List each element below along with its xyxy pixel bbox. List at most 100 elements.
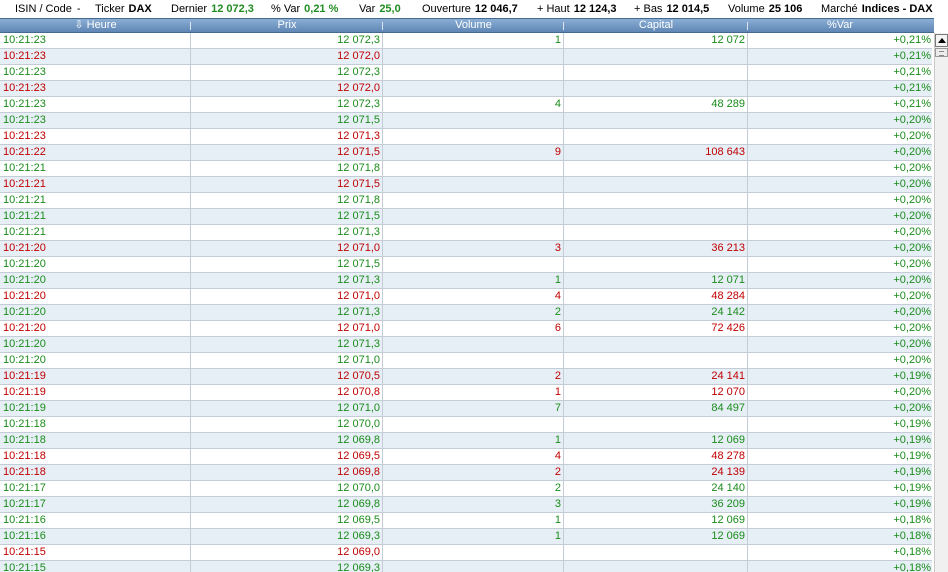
table-row[interactable]: 10:21:21 12 071,8 +0,20% xyxy=(0,161,932,177)
table-row[interactable]: 10:21:20 12 071,0 4 48 284 +0,20% xyxy=(0,289,932,305)
capital-cell xyxy=(564,545,748,560)
volume-cell: 2 xyxy=(383,305,564,320)
table-row[interactable]: 10:21:16 12 069,5 1 12 069 +0,18% xyxy=(0,513,932,529)
haut-field: + Haut 12 124,3 xyxy=(537,2,617,16)
capital-cell xyxy=(564,417,748,432)
table-row[interactable]: 10:21:20 12 071,0 3 36 213 +0,20% xyxy=(0,241,932,257)
price-cell: 12 069,0 xyxy=(191,545,383,560)
table-row[interactable]: 10:21:20 12 071,3 1 12 071 +0,20% xyxy=(0,273,932,289)
table-row[interactable]: 10:21:21 12 071,8 +0,20% xyxy=(0,193,932,209)
scroll-up-icon[interactable] xyxy=(935,34,948,47)
volume-cell xyxy=(383,545,564,560)
table-row[interactable]: 10:21:17 12 070,0 2 24 140 +0,19% xyxy=(0,481,932,497)
var-cell: +0,19% xyxy=(893,466,931,478)
dernier-value: 12 072,3 xyxy=(211,3,254,15)
var-cell: +0,20% xyxy=(893,338,931,350)
column-header-heure-label: Heure xyxy=(86,19,117,31)
bas-label: + Bas xyxy=(634,3,663,15)
table-row[interactable]: 10:21:20 12 071,0 +0,20% xyxy=(0,353,932,369)
table-row[interactable]: 10:21:20 12 071,0 6 72 426 +0,20% xyxy=(0,321,932,337)
capital-cell: 24 139 xyxy=(564,465,748,480)
capital-cell: 12 069 xyxy=(564,513,748,528)
var-cell: +0,18% xyxy=(893,546,931,558)
table-row[interactable]: 10:21:19 12 070,8 1 12 070 +0,20% xyxy=(0,385,932,401)
table-row[interactable]: 10:21:23 12 072,3 +0,21% xyxy=(0,65,932,81)
table-row[interactable]: 10:21:16 12 069,3 1 12 069 +0,18% xyxy=(0,529,932,545)
table-row[interactable]: 10:21:23 12 071,5 +0,20% xyxy=(0,113,932,129)
table-row[interactable]: 10:21:17 12 069,8 3 36 209 +0,19% xyxy=(0,497,932,513)
price-cell: 12 071,5 xyxy=(191,257,383,272)
ouverture-label: Ouverture xyxy=(422,3,471,15)
table-row[interactable]: 10:21:20 12 071,3 +0,20% xyxy=(0,337,932,353)
var-cell: +0,20% xyxy=(893,402,931,414)
capital-cell xyxy=(564,161,748,176)
capital-cell: 12 069 xyxy=(564,433,748,448)
table-row[interactable]: 10:21:19 12 071,0 7 84 497 +0,20% xyxy=(0,401,932,417)
table-row[interactable]: 10:21:18 12 070,0 +0,19% xyxy=(0,417,932,433)
capital-cell xyxy=(564,209,748,224)
price-cell: 12 069,5 xyxy=(191,449,383,464)
marche-label: Marché xyxy=(821,3,858,15)
capital-cell: 24 141 xyxy=(564,369,748,384)
price-cell: 12 071,0 xyxy=(191,241,383,256)
table-row[interactable]: 10:21:23 12 072,0 +0,21% xyxy=(0,81,932,97)
time-cell: 10:21:20 xyxy=(0,305,191,320)
price-cell: 12 070,0 xyxy=(191,481,383,496)
bas-value: 12 014,5 xyxy=(666,3,710,15)
capital-cell xyxy=(564,561,748,572)
time-cell: 10:21:18 xyxy=(0,433,191,448)
time-cell: 10:21:22 xyxy=(0,145,191,160)
capital-cell: 36 209 xyxy=(564,497,748,512)
var-cell: +0,20% xyxy=(893,210,931,222)
time-cell: 10:21:23 xyxy=(0,81,191,96)
var-cell: +0,20% xyxy=(893,178,931,190)
table-row[interactable]: 10:21:22 12 071,5 9 108 643 +0,20% xyxy=(0,145,932,161)
column-header-prix[interactable]: Prix xyxy=(191,19,383,32)
table-row[interactable]: 10:21:21 12 071,5 +0,20% xyxy=(0,177,932,193)
volume-cell xyxy=(383,257,564,272)
volume-value: 25 106 xyxy=(768,3,803,15)
quote-info-bar: ISIN / Code - Ticker DAX Dernier 12 072,3 %… xyxy=(0,0,948,18)
price-cell: 12 069,3 xyxy=(191,561,383,572)
table-row[interactable]: 10:21:15 12 069,0 +0,18% xyxy=(0,545,932,561)
table-row[interactable]: 10:21:18 12 069,5 4 48 278 +0,19% xyxy=(0,449,932,465)
column-header-volume[interactable]: Volume xyxy=(383,19,564,32)
var-cell: +0,18% xyxy=(893,530,931,542)
capital-cell: 12 070 xyxy=(564,385,748,400)
vertical-scrollbar[interactable] xyxy=(934,33,948,572)
var-value: 25,0 xyxy=(379,3,401,15)
volume-cell xyxy=(383,161,564,176)
table-row[interactable]: 10:21:19 12 070,5 2 24 141 +0,19% xyxy=(0,369,932,385)
table-row[interactable]: 10:21:20 12 071,3 2 24 142 +0,20% xyxy=(0,305,932,321)
column-header-heure[interactable]: ⇩ Heure xyxy=(0,19,191,32)
table-row[interactable]: 10:21:23 12 072,3 4 48 289 +0,21% xyxy=(0,97,932,113)
var-cell: +0,19% xyxy=(893,434,931,446)
isin-value: - xyxy=(76,3,81,15)
pvar-field: % Var 0,21 % xyxy=(271,2,338,16)
table-row[interactable]: 10:21:18 12 069,8 2 24 139 +0,19% xyxy=(0,465,932,481)
price-cell: 12 070,5 xyxy=(191,369,383,384)
capital-cell xyxy=(564,49,748,64)
table-row[interactable]: 10:21:23 12 072,0 +0,21% xyxy=(0,49,932,65)
capital-cell xyxy=(564,177,748,192)
volume-cell: 7 xyxy=(383,401,564,416)
table-row[interactable]: 10:21:23 12 071,3 +0,20% xyxy=(0,129,932,145)
time-cell: 10:21:18 xyxy=(0,449,191,464)
price-cell: 12 071,8 xyxy=(191,161,383,176)
time-cell: 10:21:23 xyxy=(0,33,191,48)
table-row[interactable]: 10:21:15 12 069,3 +0,18% xyxy=(0,561,932,572)
var-cell: +0,20% xyxy=(893,274,931,286)
table-row[interactable]: 10:21:23 12 072,3 1 12 072 +0,21% xyxy=(0,33,932,49)
table-row[interactable]: 10:21:21 12 071,3 +0,20% xyxy=(0,225,932,241)
column-header-var[interactable]: %Var xyxy=(748,19,932,32)
table-row[interactable]: 10:21:20 12 071,5 +0,20% xyxy=(0,257,932,273)
volume-cell xyxy=(383,65,564,80)
price-cell: 12 071,5 xyxy=(191,209,383,224)
column-header-capital[interactable]: Capital xyxy=(564,19,748,32)
table-row[interactable]: 10:21:18 12 069,8 1 12 069 +0,19% xyxy=(0,433,932,449)
volume-cell: 2 xyxy=(383,481,564,496)
var-cell: +0,20% xyxy=(893,354,931,366)
table-row[interactable]: 10:21:21 12 071,5 +0,20% xyxy=(0,209,932,225)
scroll-thumb[interactable] xyxy=(935,48,948,57)
var-cell: +0,20% xyxy=(893,130,931,142)
